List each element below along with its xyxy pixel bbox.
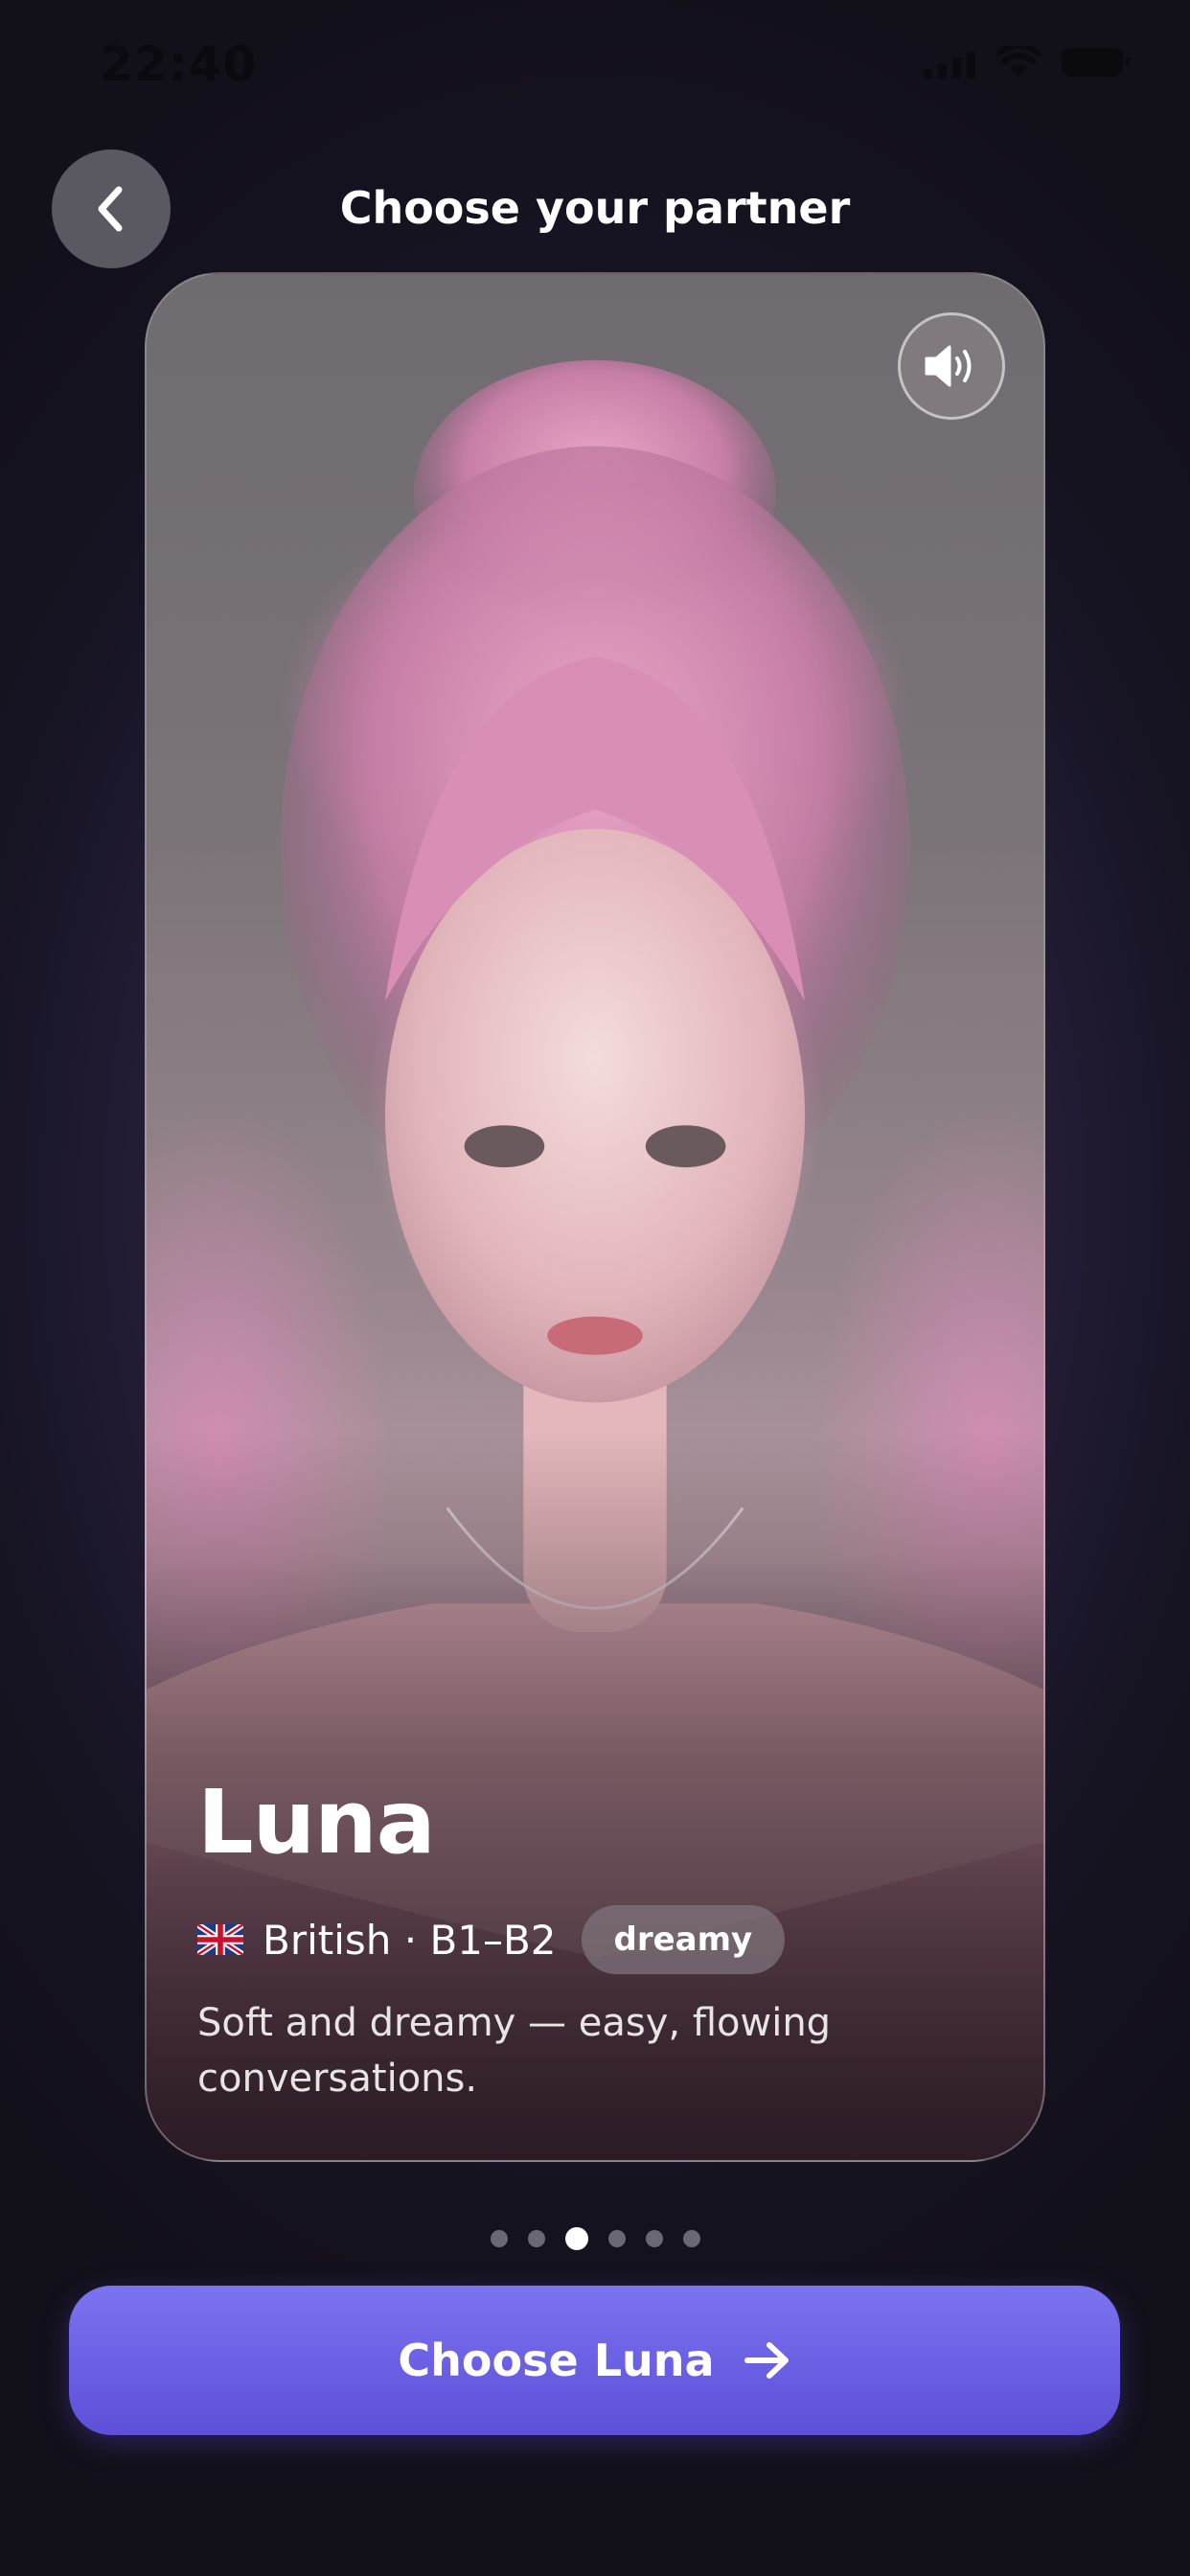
page-dot-active[interactable] <box>564 2227 588 2250</box>
partner-card[interactable]: Luna British · B1–B2 dreamy Soft and dre… <box>145 272 1045 2162</box>
choose-partner-label: Choose Luna <box>398 2334 715 2386</box>
battery-icon <box>1062 48 1130 77</box>
arrow-right-icon <box>744 2342 789 2379</box>
choose-partner-button[interactable]: Choose Luna <box>69 2286 1120 2435</box>
status-bar: 22:40 <box>0 0 1190 125</box>
page-indicator <box>0 2227 1190 2250</box>
status-icons <box>924 46 1130 79</box>
cellular-signal-icon <box>924 46 975 79</box>
partner-meta-row: British · B1–B2 dreamy <box>197 1905 993 1974</box>
page-dot[interactable] <box>682 2230 700 2247</box>
status-time: 22:40 <box>100 36 258 92</box>
partner-description: Soft and dreamy — easy, flowing conversa… <box>197 2001 832 2101</box>
page-dot[interactable] <box>490 2230 508 2247</box>
wifi-icon <box>996 46 1041 77</box>
page-title: Choose your partner <box>339 182 851 234</box>
page-dot[interactable] <box>607 2230 626 2247</box>
sound-button[interactable] <box>898 312 1005 420</box>
personality-tag: dreamy <box>581 1905 786 1974</box>
partner-name: Luna <box>197 1771 436 1874</box>
uk-flag-icon <box>197 1924 243 1955</box>
partner-info: Luna British · B1–B2 dreamy Soft and dre… <box>197 1779 993 2106</box>
partner-accent-level: British · B1–B2 <box>263 1916 557 1964</box>
speaker-volume-icon <box>925 345 972 387</box>
page-dot[interactable] <box>527 2230 545 2247</box>
page-dot[interactable] <box>645 2230 663 2247</box>
